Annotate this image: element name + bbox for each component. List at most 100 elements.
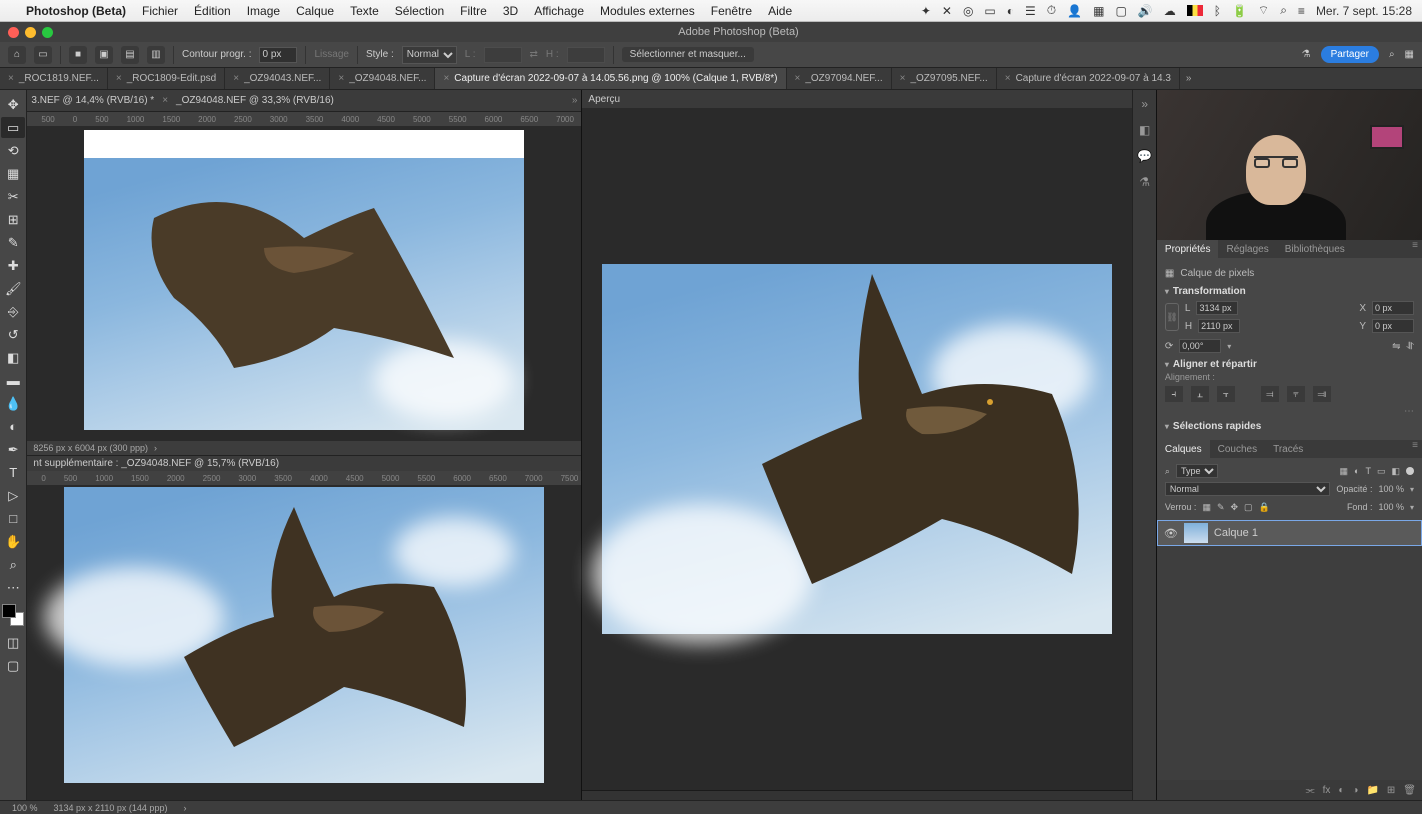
menu-aide[interactable]: Aide <box>768 4 792 18</box>
selection-add-icon[interactable]: ▣ <box>95 46 113 64</box>
menu-edition[interactable]: Édition <box>194 4 231 18</box>
zoom-level[interactable]: 100 % <box>12 803 38 813</box>
menubar-icon[interactable]: ☰ <box>1025 4 1036 18</box>
blend-mode-select[interactable]: Normal <box>1165 482 1331 496</box>
link-layers-icon[interactable]: ⫘ <box>1306 785 1315 796</box>
control-center-icon[interactable]: ≡ <box>1298 4 1305 18</box>
filter-type-icon[interactable]: ▭ <box>1377 466 1386 477</box>
align-left-icon[interactable]: ⫞ <box>1165 386 1183 402</box>
chevron-down-icon[interactable] <box>1410 502 1414 512</box>
document-tab[interactable]: ×_OZ97094.NEF... <box>787 68 892 90</box>
lock-position-icon[interactable]: ✥ <box>1231 502 1239 513</box>
close-icon[interactable]: × <box>233 73 239 84</box>
preview-panel-tab[interactable]: Aperçu <box>582 90 1132 108</box>
layer-thumbnail[interactable] <box>1184 523 1208 543</box>
chevron-down-icon[interactable] <box>1227 341 1231 352</box>
lock-all-icon[interactable]: 🔒 <box>1259 502 1270 513</box>
opacity-value[interactable]: 100 % <box>1378 484 1404 494</box>
zoom-tool[interactable]: ⌕ <box>1 554 25 575</box>
screen-mode-toggle[interactable]: ▢ <box>1 655 25 676</box>
document-tab[interactable]: ×Capture d'écran 2022-09-07 à 14.3 <box>997 68 1180 90</box>
tab-proprietes[interactable]: Propriétés <box>1157 240 1219 258</box>
foreground-background-swatch[interactable] <box>2 604 24 626</box>
move-tool[interactable]: ✥ <box>1 94 25 115</box>
document-tab[interactable]: ×Capture d'écran 2022-09-07 à 14.05.56.p… <box>435 68 786 90</box>
gradient-tool[interactable]: ▬ <box>1 370 25 391</box>
transform-height-input[interactable] <box>1198 319 1240 333</box>
beaker-icon[interactable]: ⚗ <box>1302 49 1311 60</box>
menubar-icon[interactable]: ▢ <box>1115 4 1126 18</box>
filter-type-icon[interactable]: ◐ <box>1354 466 1359 476</box>
close-icon[interactable]: × <box>8 73 14 84</box>
marquee-tool[interactable]: ▭ <box>1 117 25 138</box>
expand-panel-icon[interactable]: » <box>1135 94 1155 114</box>
menubar-icon[interactable]: ◐ <box>1007 4 1014 18</box>
battery-icon[interactable]: 🔋 <box>1232 4 1247 18</box>
link-wh-icon[interactable]: ⛓ <box>1165 303 1179 331</box>
more-options-icon[interactable]: ⋯ <box>1165 406 1414 417</box>
bluetooth-icon[interactable]: ᛒ <box>1214 4 1221 18</box>
menubar-icon[interactable]: ✦ <box>921 4 931 18</box>
filter-type-icon[interactable]: T <box>1365 466 1371 476</box>
tab-overflow-button[interactable]: » <box>1180 73 1198 84</box>
layer-group-icon[interactable]: 📁 <box>1366 785 1378 796</box>
home-button[interactable]: ⌂ <box>8 46 26 64</box>
close-icon[interactable]: × <box>1005 73 1011 84</box>
panel-overflow-button[interactable]: » <box>572 95 578 106</box>
layer-name[interactable]: Calque 1 <box>1214 527 1258 539</box>
menu-fenetre[interactable]: Fenêtre <box>711 4 752 18</box>
close-icon[interactable]: × <box>162 95 168 106</box>
layer-mask-icon[interactable]: ◐ <box>1338 785 1344 796</box>
transform-width-input[interactable] <box>1196 301 1238 315</box>
menubar-icon[interactable]: ◎ <box>963 4 973 18</box>
document-tab[interactable]: ×_OZ94043.NEF... <box>225 68 330 90</box>
transform-x-input[interactable] <box>1372 301 1414 315</box>
menu-3d[interactable]: 3D <box>503 4 518 18</box>
menubar-icon[interactable]: ▦ <box>1093 4 1104 18</box>
panel-menu-icon[interactable]: ≡ <box>1408 440 1422 458</box>
menubar-icon[interactable]: ▭ <box>984 4 995 18</box>
lasso-tool[interactable]: ⟲ <box>1 140 25 161</box>
wifi-icon[interactable]: ⌔ <box>1258 3 1269 18</box>
document-tab[interactable]: ×_ROC1819.NEF... <box>0 68 108 90</box>
flip-horizontal-icon[interactable]: ⇋ <box>1392 341 1400 352</box>
transform-section-header[interactable]: Transformation <box>1165 286 1414 297</box>
quick-mask-toggle[interactable]: ◫ <box>1 632 25 653</box>
menu-affichage[interactable]: Affichage <box>534 4 584 18</box>
healing-brush-tool[interactable]: ✚ <box>1 255 25 276</box>
canvas-area-1[interactable] <box>27 126 581 441</box>
close-icon[interactable]: × <box>338 73 344 84</box>
align-right-icon[interactable]: ⫟ <box>1217 386 1235 402</box>
workspace-switcher-icon[interactable]: ▦ <box>1405 49 1414 60</box>
tab-couches[interactable]: Couches <box>1210 440 1265 458</box>
eraser-tool[interactable]: ◧ <box>1 347 25 368</box>
share-button[interactable]: Partager <box>1321 46 1379 63</box>
tab-traces[interactable]: Tracés <box>1265 440 1311 458</box>
adjustment-layer-icon[interactable]: ◑ <box>1352 785 1358 796</box>
selection-subtract-icon[interactable]: ▤ <box>121 46 139 64</box>
menu-calque[interactable]: Calque <box>296 4 334 18</box>
menu-modules[interactable]: Modules externes <box>600 4 695 18</box>
feather-input[interactable] <box>259 47 297 63</box>
filter-type-icon[interactable]: ▦ <box>1340 466 1349 477</box>
menubar-icon[interactable]: ☁ <box>1164 4 1176 18</box>
select-and-mask-button[interactable]: Sélectionner et masquer... <box>622 47 754 62</box>
history-brush-tool[interactable]: ↺ <box>1 324 25 345</box>
beaker-panel-icon[interactable]: ⚗ <box>1135 172 1155 192</box>
clone-stamp-tool[interactable]: ⎆ <box>1 301 25 322</box>
lock-artboard-icon[interactable]: ▢ <box>1244 502 1253 513</box>
document-tab[interactable]: ×_ROC1809-Edit.psd <box>108 68 225 90</box>
menubar-icon[interactable]: ⏱ <box>1047 3 1056 18</box>
type-tool[interactable]: T <box>1 462 25 483</box>
menu-image[interactable]: Image <box>247 4 280 18</box>
tab-reglages[interactable]: Réglages <box>1218 240 1276 258</box>
search-icon[interactable]: ⌕ <box>1280 3 1287 18</box>
window-close-button[interactable] <box>8 27 19 38</box>
search-icon[interactable]: ⌕ <box>1389 49 1395 60</box>
tab-bibliotheques[interactable]: Bibliothèques <box>1277 240 1353 258</box>
fill-value[interactable]: 100 % <box>1378 502 1404 512</box>
chevron-right-icon[interactable]: › <box>183 803 186 813</box>
align-section-header[interactable]: Aligner et répartir <box>1165 359 1414 370</box>
layer-fx-icon[interactable]: fx <box>1323 785 1331 796</box>
align-vcenter-icon[interactable]: ⫧ <box>1287 386 1305 402</box>
